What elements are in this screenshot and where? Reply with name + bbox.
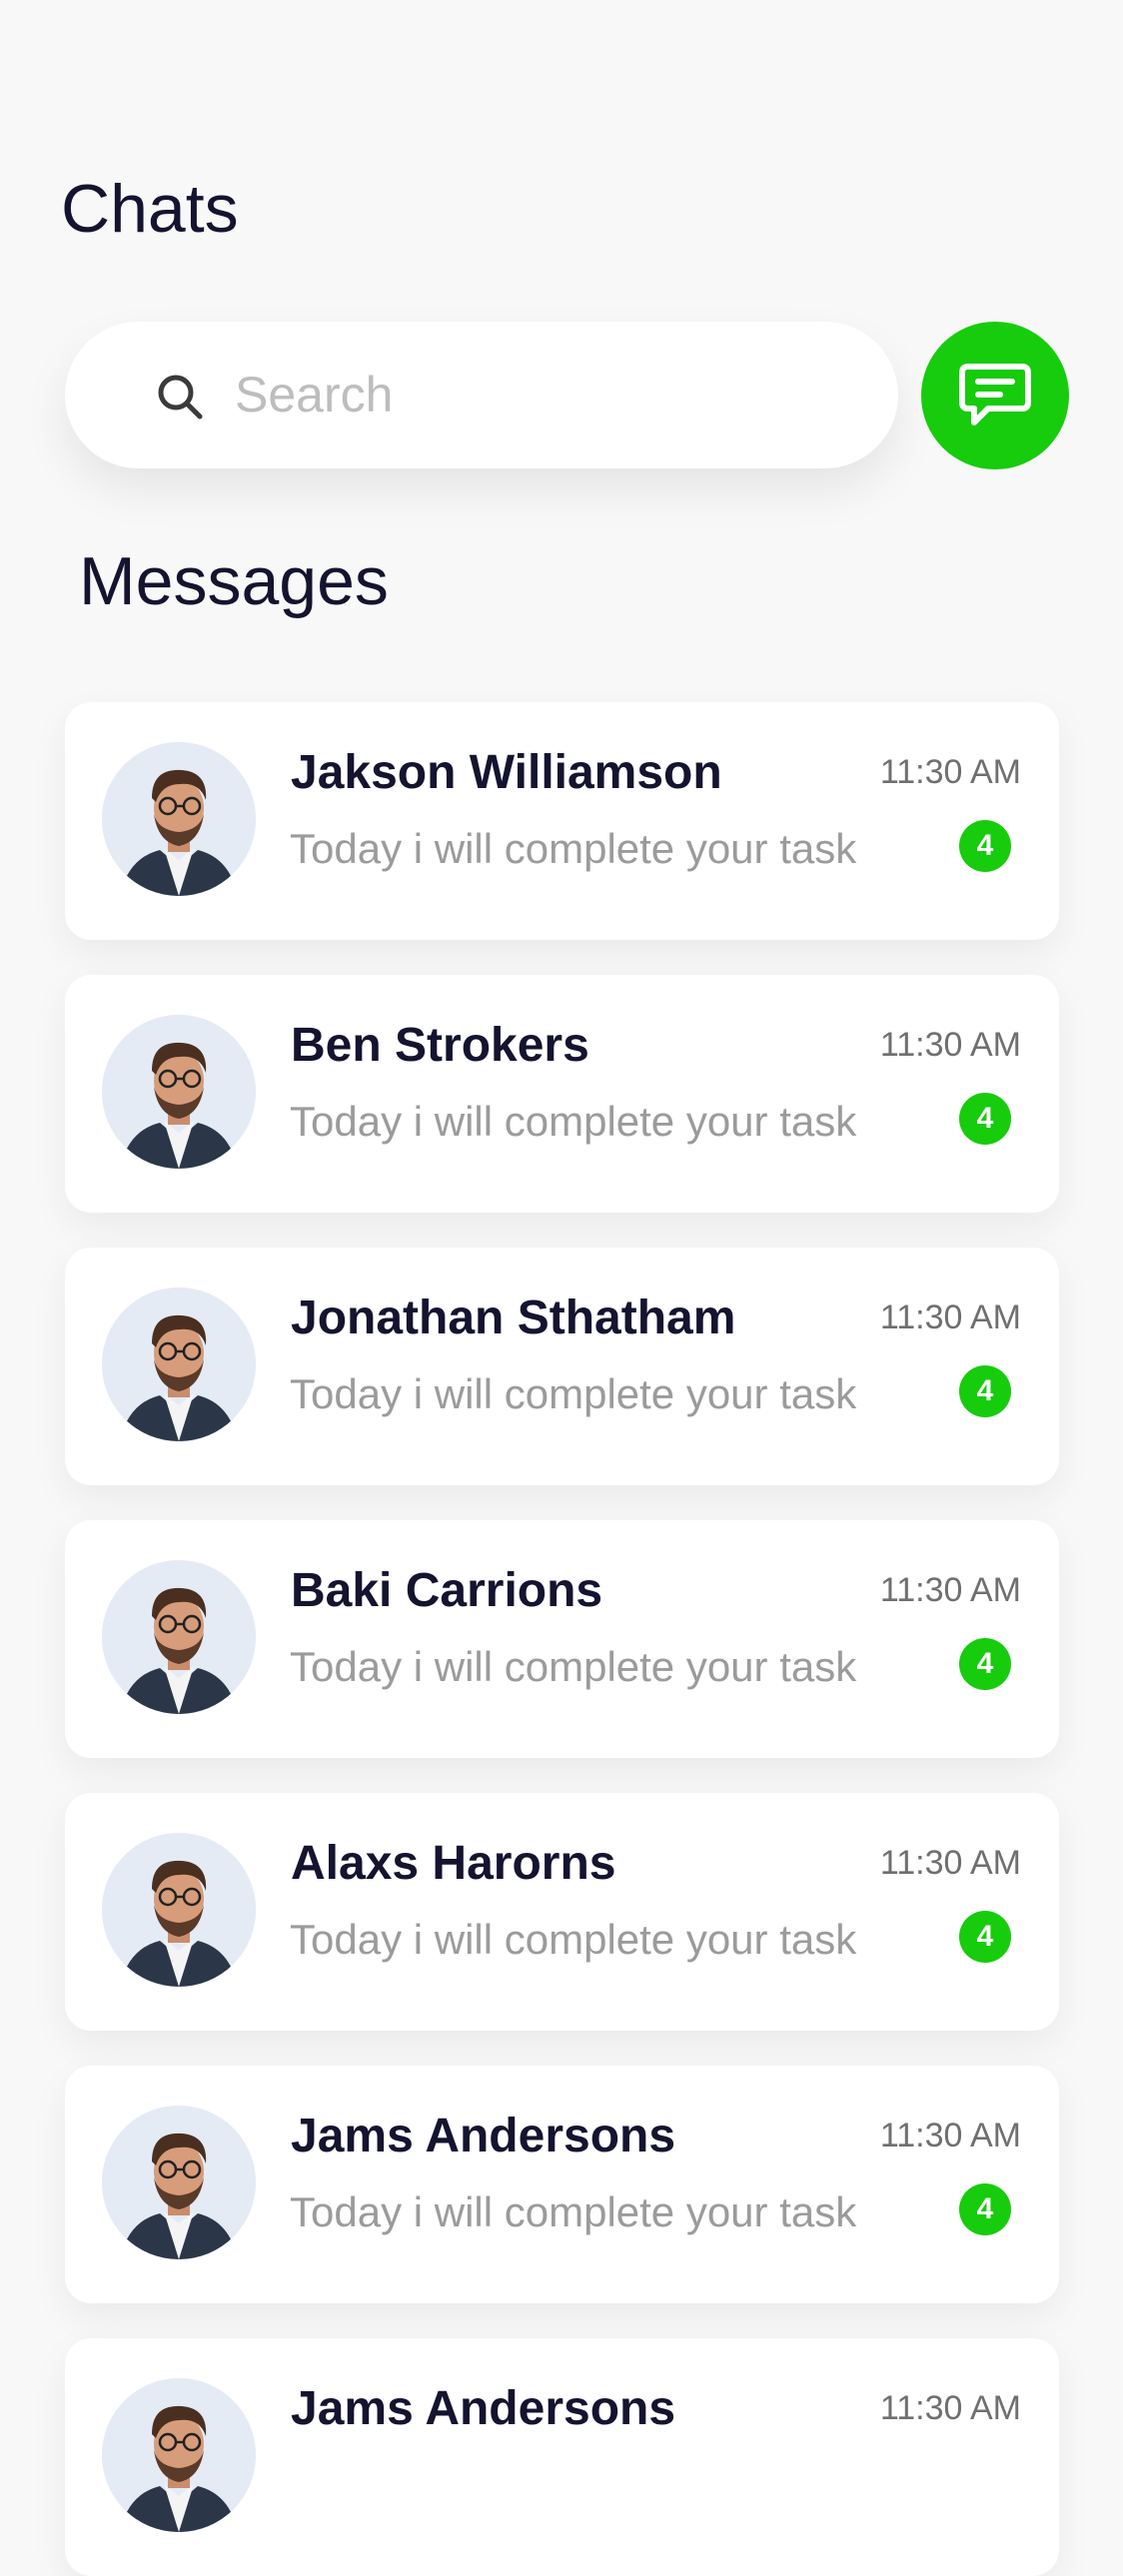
avatar [102,1833,256,1987]
avatar [102,1288,256,1441]
unread-count-badge: 4 [959,820,1011,872]
chat-list-item[interactable]: Jams Andersons 11:30 AM [65,2338,1059,2576]
unread-count-badge: 4 [959,1365,1011,1417]
contact-name: Alaxs Harorns [291,1837,616,1890]
unread-count-badge: 4 [959,2183,1011,2235]
message-preview: Today i will complete your task [290,825,857,872]
unread-count-badge: 4 [959,1911,1011,1963]
contact-name: Jonathan Sthatham [291,1291,736,1344]
message-preview: Today i will complete your task [290,2188,857,2235]
message-time: 11:30 AM [879,753,1021,791]
avatar [102,742,256,896]
contact-name: Jakson Williamson [291,746,722,799]
message-time: 11:30 AM [879,2117,1021,2154]
message-time: 11:30 AM [879,1571,1021,1609]
chat-list-item[interactable]: Baki Carrions Today i will complete your… [65,1520,1059,1758]
chat-list-item[interactable]: Jakson Williamson Today i will complete … [65,702,1059,940]
chat-list-item[interactable]: Jams Andersons Today i will complete you… [65,2066,1059,2303]
message-time: 11:30 AM [879,1298,1021,1336]
chat-list-item[interactable]: Alaxs Harorns Today i will complete your… [65,1793,1059,2031]
message-preview: Today i will complete your task [290,1916,857,1963]
message-time: 11:30 AM [879,1026,1021,1064]
chat-list: Jakson Williamson Today i will complete … [0,0,1123,2576]
contact-name: Baki Carrions [291,1564,603,1617]
chat-list-item[interactable]: Ben Strokers Today i will complete your … [65,975,1059,1213]
contact-name: Ben Strokers [291,1019,589,1072]
unread-count-badge: 4 [959,1093,1011,1145]
message-time: 11:30 AM [879,1844,1021,1882]
avatar [102,1015,256,1169]
unread-count-badge: 4 [959,1638,1011,1690]
chat-list-item[interactable]: Jonathan Sthatham Today i will complete … [65,1248,1059,1485]
message-time: 11:30 AM [879,2389,1021,2427]
message-preview: Today i will complete your task [290,1643,857,1690]
message-preview: Today i will complete your task [290,1370,857,1417]
avatar [102,2378,256,2532]
contact-name: Jams Andersons [291,2382,676,2435]
avatar [102,2106,256,2259]
contact-name: Jams Andersons [291,2110,676,2162]
message-preview: Today i will complete your task [290,1098,857,1145]
avatar [102,1560,256,1714]
